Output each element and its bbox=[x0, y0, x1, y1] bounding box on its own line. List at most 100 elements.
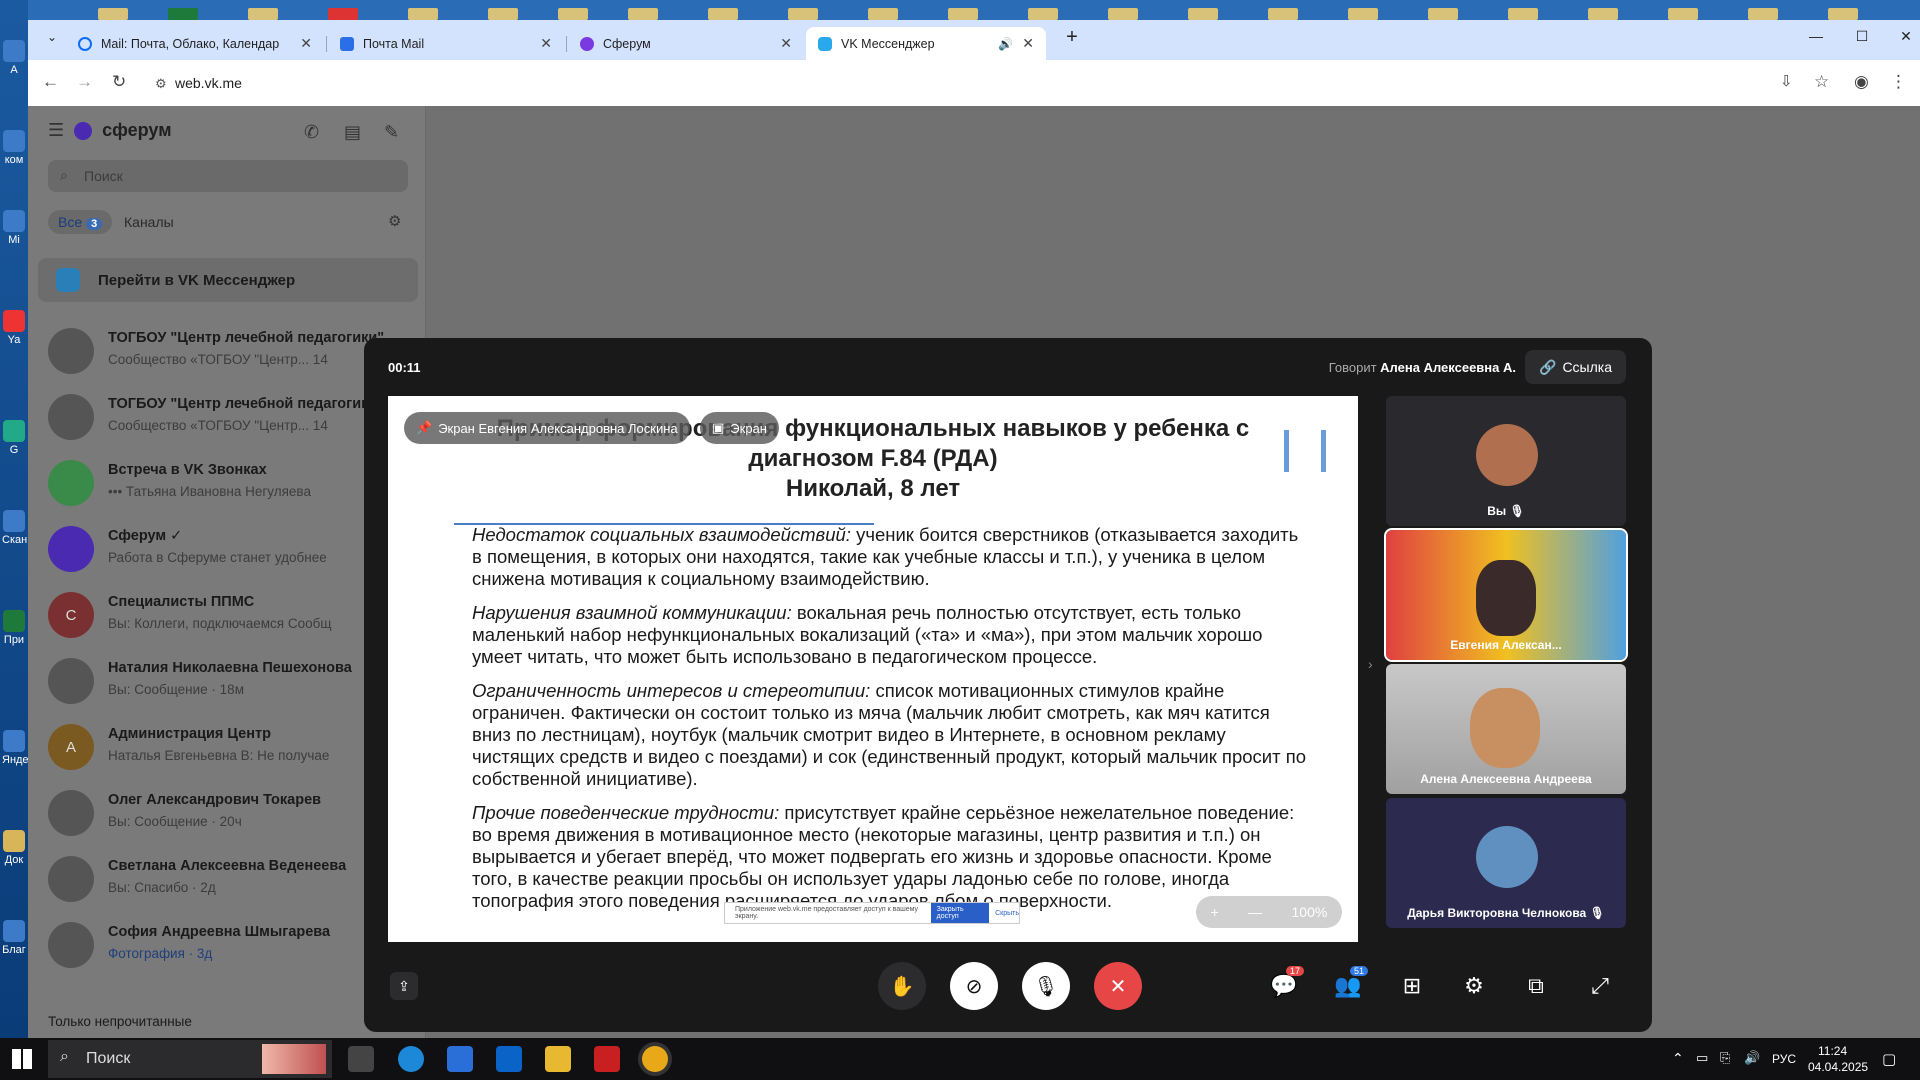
desktop-icon[interactable]: При bbox=[2, 610, 26, 646]
compose-icon[interactable]: ✎ bbox=[384, 122, 399, 143]
desktop-icon[interactable]: Док bbox=[2, 830, 26, 866]
zoom-in-icon[interactable]: + bbox=[1211, 904, 1219, 920]
back-arrow-icon[interactable]: ← bbox=[42, 72, 59, 92]
site-info-icon[interactable]: ⚙ bbox=[155, 76, 167, 92]
archive-icon[interactable]: ▤ bbox=[344, 122, 361, 143]
maximize-icon[interactable]: ☐ bbox=[1840, 28, 1884, 45]
call-controls: ⇪ ✋ ⊘ 🎙 ✕ 💬 17 👥 51 ⊞ ⚙ ⧉ ⤢ bbox=[364, 962, 1652, 1010]
desktop-icons: A ком Mi Ya G Скан При Янде Док Благ bbox=[0, 0, 28, 1038]
address-bar-row: ← → ↻ ⚙ web.vk.me ⇩ ☆ ◉ ⋮ bbox=[28, 60, 1920, 106]
tray-chevron-icon[interactable]: ⌃ bbox=[1672, 1050, 1684, 1067]
chat-list-item[interactable]: С Специалисты ППМС Вы: Коллеги, подключаем… bbox=[38, 582, 418, 648]
chat-icon[interactable]: 💬 17 bbox=[1264, 962, 1304, 1010]
tiles-expand-chevron-icon[interactable]: › bbox=[1368, 656, 1373, 672]
desktop-icon[interactable]: ком bbox=[2, 130, 26, 166]
participant-tile[interactable]: Евгения Алексан... bbox=[1384, 528, 1628, 662]
tab-vk-messenger[interactable]: VK Мессенджер 🔊 ✕ bbox=[806, 27, 1046, 60]
search-input[interactable]: ⌕ Поиск bbox=[48, 160, 408, 192]
network-icon[interactable]: ⎘ bbox=[1720, 1050, 1730, 1066]
chat-list-item[interactable]: Встреча в VK Звонках ••• Татьяна Ивановна… bbox=[38, 450, 418, 516]
language-indicator[interactable]: РУС bbox=[1772, 1052, 1796, 1066]
tab-pochta-mail[interactable]: Почта Mail ✕ bbox=[328, 27, 564, 60]
screen-owner-badge[interactable]: 📌 Экран Евгения Александровна Лоскина bbox=[404, 412, 690, 444]
close-tab-icon[interactable]: ✕ bbox=[540, 35, 552, 52]
stop-sharing-button[interactable]: Закрыть доступ bbox=[930, 903, 990, 923]
outlook-icon[interactable] bbox=[496, 1046, 522, 1072]
mic-off-icon[interactable]: 🎙 bbox=[1022, 962, 1070, 1010]
store-icon[interactable] bbox=[447, 1046, 473, 1072]
desktop-icon[interactable]: A bbox=[2, 40, 26, 76]
tray-device-icon[interactable]: ▭ bbox=[1696, 1050, 1708, 1066]
pip-window-icon[interactable]: ⧉ bbox=[1516, 962, 1556, 1010]
chrome-icon[interactable] bbox=[642, 1046, 668, 1072]
chat-list-item[interactable]: Олег Александрович Токарев Вы: Сообщение … bbox=[38, 780, 418, 846]
end-call-button[interactable]: ✕ bbox=[1094, 962, 1142, 1010]
clock-time[interactable]: 11:24 bbox=[1818, 1044, 1847, 1058]
tab-mail-cloud[interactable]: Mail: Почта, Облако, Календар ✕ bbox=[66, 27, 324, 60]
participant-tile[interactable]: Алена Алексеевна Андреева bbox=[1386, 664, 1626, 794]
clock-date[interactable]: 04.04.2025 bbox=[1808, 1060, 1868, 1074]
forward-arrow-icon[interactable]: → bbox=[76, 72, 93, 92]
grid-layout-icon[interactable]: ⊞ bbox=[1392, 962, 1432, 1010]
desktop-icon[interactable]: Скан bbox=[2, 510, 27, 546]
chat-list-item[interactable]: Сферум ✓ Работа в Сферуме станет удобнее bbox=[38, 516, 418, 582]
window-close-icon[interactable]: ✕ bbox=[1884, 28, 1920, 45]
bookmark-star-icon[interactable]: ☆ bbox=[1814, 72, 1829, 92]
task-view-icon[interactable] bbox=[348, 1046, 374, 1072]
settings-gear-icon[interactable]: ⚙ bbox=[1454, 962, 1494, 1010]
copy-link-button[interactable]: 🔗 Ссылка bbox=[1525, 350, 1626, 384]
edge-icon[interactable] bbox=[398, 1046, 424, 1072]
chat-list-item[interactable]: София Андреевна Шмыгарева Фотография · 3д bbox=[38, 912, 418, 978]
tab-sferum[interactable]: Сферум ✕ bbox=[568, 27, 804, 60]
avatar bbox=[1476, 424, 1538, 486]
url-field[interactable]: ⚙ web.vk.me bbox=[143, 66, 1783, 100]
desktop-icon[interactable]: Mi bbox=[2, 210, 26, 246]
camera-off-icon[interactable]: ⊘ bbox=[950, 962, 998, 1010]
participant-tile[interactable]: Вы 🎙 bbox=[1386, 396, 1626, 526]
participant-tile[interactable]: Дарья Викторовна Челнокова 🎙 bbox=[1386, 798, 1626, 928]
close-tab-icon[interactable]: ✕ bbox=[780, 35, 792, 52]
search-highlight-image bbox=[262, 1044, 326, 1074]
participants-icon[interactable]: 👥 51 bbox=[1328, 962, 1368, 1010]
pdf-icon[interactable] bbox=[594, 1046, 620, 1072]
share-screen-button[interactable]: ⇪ bbox=[390, 972, 418, 1000]
desktop-icon[interactable]: G bbox=[2, 420, 26, 456]
goto-vk-messenger[interactable]: Перейти в VK Мессенджер bbox=[38, 258, 418, 302]
speaker-icon[interactable]: 🔊 bbox=[998, 37, 1013, 51]
search-icon: ⌕ bbox=[60, 167, 68, 183]
explorer-icon[interactable] bbox=[545, 1046, 571, 1072]
install-app-icon[interactable]: ⇩ bbox=[1780, 72, 1793, 90]
desktop-icon[interactable]: Янде bbox=[2, 730, 28, 766]
chat-list-item[interactable]: Наталия Николаевна Пешехонова Вы: Сообщен… bbox=[38, 648, 418, 714]
chat-list-item[interactable]: Светлана Алексеевна Веденеева Вы: Спасибо… bbox=[38, 846, 418, 912]
profile-icon[interactable]: ◉ bbox=[1854, 72, 1869, 92]
filter-settings-icon[interactable]: ⚙ bbox=[388, 212, 401, 230]
chat-list-item[interactable]: А Администрация Центр Наталья Евгеньевна В… bbox=[38, 714, 418, 780]
volume-icon[interactable]: 🔊 bbox=[1744, 1050, 1760, 1066]
zoom-out-icon[interactable]: — bbox=[1248, 904, 1262, 920]
notifications-icon[interactable]: ▢ bbox=[1882, 1050, 1896, 1068]
avatar bbox=[48, 856, 94, 902]
browser-menu-icon[interactable]: ⋮ bbox=[1890, 72, 1907, 92]
close-tab-icon[interactable]: ✕ bbox=[300, 35, 312, 52]
menu-icon[interactable]: ☰ bbox=[48, 120, 64, 141]
new-tab-plus-icon[interactable]: + bbox=[1050, 26, 1094, 49]
close-tab-icon[interactable]: ✕ bbox=[1022, 35, 1034, 52]
filter-all[interactable]: Все 3 bbox=[48, 210, 113, 234]
hide-notice-button[interactable]: Скрыть bbox=[995, 910, 1019, 917]
chat-list-item[interactable]: ТОГБОУ "Центр лечебной педагогики" Сообще… bbox=[38, 384, 418, 450]
mail-favicon-icon bbox=[340, 36, 354, 51]
fullscreen-icon[interactable]: ⤢ bbox=[1580, 962, 1620, 1010]
taskbar-search[interactable]: ⌕ Поиск bbox=[48, 1040, 332, 1078]
screen-badge[interactable]: ▣ Экран bbox=[700, 412, 779, 444]
chat-list-item[interactable]: ТОГБОУ "Центр лечебной педагогики" Сообще… bbox=[38, 318, 418, 384]
windows-start-icon[interactable] bbox=[12, 1049, 32, 1069]
call-window: 00:11 Говорит Алена Алексеевна А. 🔗 Ссылк… bbox=[364, 338, 1652, 1032]
raise-hand-icon[interactable]: ✋ bbox=[878, 962, 926, 1010]
new-call-icon[interactable]: ✆ bbox=[304, 122, 319, 143]
reload-icon[interactable]: ↻ bbox=[112, 72, 126, 92]
filter-channels[interactable]: Каналы bbox=[124, 214, 174, 230]
desktop-icon[interactable]: Ya bbox=[2, 310, 26, 346]
desktop-icon[interactable]: Благ bbox=[2, 920, 26, 956]
minimize-icon[interactable]: — bbox=[1794, 28, 1838, 44]
